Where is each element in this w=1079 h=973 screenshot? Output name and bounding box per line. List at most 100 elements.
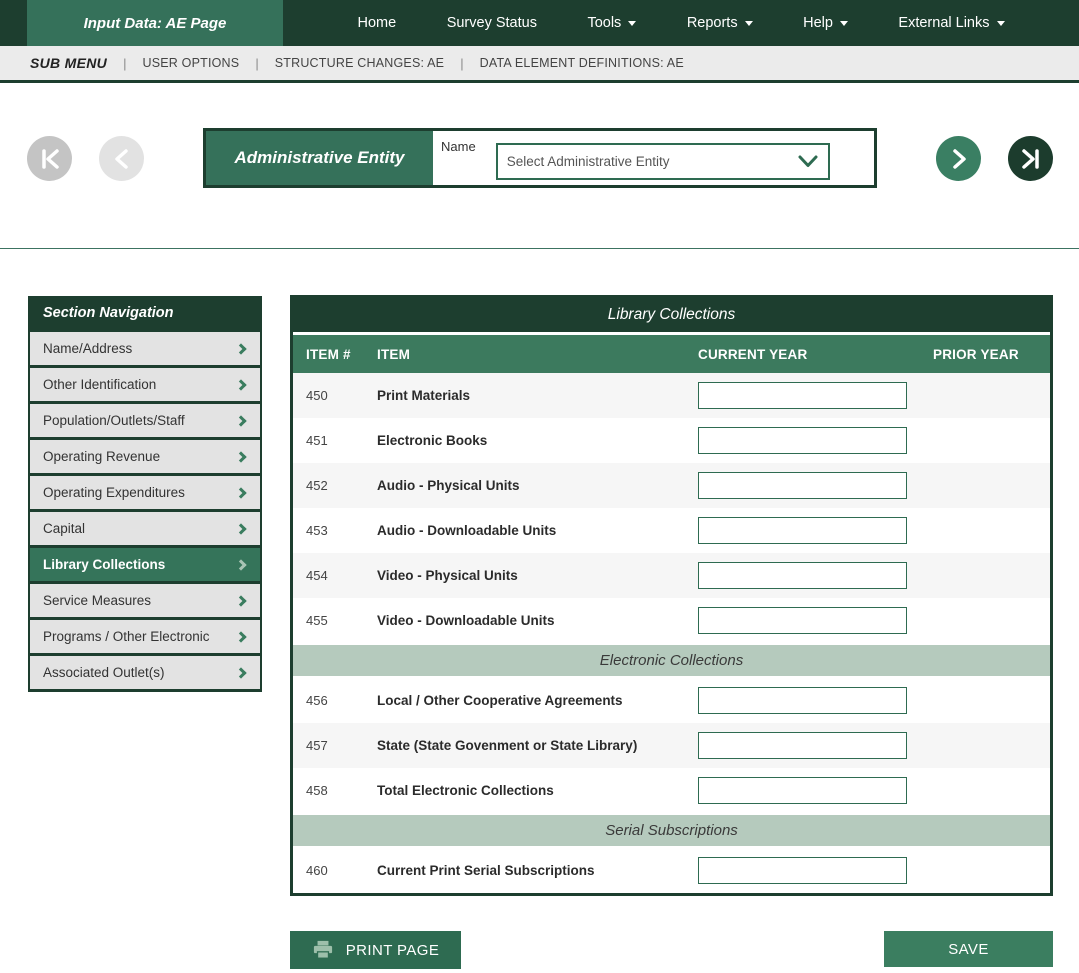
- sidebar-item-capital[interactable]: Capital: [30, 512, 260, 545]
- administrative-entity-select[interactable]: Select Administrative Entity: [496, 143, 830, 180]
- current-year-input-457[interactable]: [698, 732, 907, 759]
- section-divider: [0, 248, 1079, 249]
- table-row: 450Print Materials: [293, 373, 1050, 418]
- item-name: Audio - Downloadable Units: [377, 523, 698, 538]
- sidebar-item-label: Associated Outlet(s): [43, 665, 165, 680]
- item-number: 456: [293, 693, 377, 708]
- item-number: 457: [293, 738, 377, 753]
- current-year-input-451[interactable]: [698, 427, 907, 454]
- save-label: SAVE: [948, 941, 989, 958]
- nav-item-label: Tools: [587, 15, 621, 31]
- section-header-electronic-collections: Electronic Collections: [293, 643, 1050, 678]
- nav-item-help[interactable]: Help: [803, 15, 848, 31]
- nav-item-external-links[interactable]: External Links: [898, 15, 1004, 31]
- name-label: Name: [441, 139, 476, 185]
- item-number: 450: [293, 388, 377, 403]
- caret-down-icon: [840, 21, 848, 26]
- nav-item-home[interactable]: Home: [358, 15, 397, 31]
- chevron-right-icon: [235, 667, 246, 678]
- administrative-entity-title: Administrative Entity: [206, 131, 433, 185]
- item-number: 451: [293, 433, 377, 448]
- chevron-right-icon: [235, 631, 246, 642]
- page: Input Data: AE Page Home Survey Status Too…: [0, 0, 1079, 973]
- item-name: Electronic Books: [377, 433, 698, 448]
- nav-item-label: Survey Status: [447, 15, 537, 31]
- print-page-button[interactable]: PRINT PAGE: [290, 931, 461, 969]
- current-year-input-453[interactable]: [698, 517, 907, 544]
- item-number: 453: [293, 523, 377, 538]
- table-row: 458Total Electronic Collections: [293, 768, 1050, 813]
- section-navigation-title: Section Navigation: [30, 296, 260, 329]
- current-year-input-460[interactable]: [698, 857, 907, 884]
- submenu-title: SUB MENU: [30, 55, 107, 71]
- sidebar-item-library-collections[interactable]: Library Collections: [30, 548, 260, 581]
- administrative-entity-body: Name Select Administrative Entity: [433, 131, 874, 185]
- next-page-icon: [937, 137, 981, 181]
- current-year-input-452[interactable]: [698, 472, 907, 499]
- current-year-input-454[interactable]: [698, 562, 907, 589]
- item-number: 452: [293, 478, 377, 493]
- active-tab-label: Input Data: AE Page: [84, 15, 227, 32]
- submenu-bar: SUB MENU |USER OPTIONS|STRUCTURE CHANGES…: [0, 46, 1079, 83]
- section-header-serial-subscriptions: Serial Subscriptions: [293, 813, 1050, 848]
- nav-item-reports[interactable]: Reports: [687, 15, 753, 31]
- item-name: Local / Other Cooperative Agreements: [377, 693, 698, 708]
- table-row: 457State (State Govenment or State Libra…: [293, 723, 1050, 768]
- submenu-items: |USER OPTIONS|STRUCTURE CHANGES: AE|DATA…: [107, 56, 684, 71]
- nav-item-label: Reports: [687, 15, 738, 31]
- item-number: 460: [293, 863, 377, 878]
- chevron-right-icon: [235, 415, 246, 426]
- previous-page-icon: [100, 137, 144, 181]
- first-page-icon: [28, 137, 72, 181]
- sidebar-item-label: Population/Outlets/Staff: [43, 413, 185, 428]
- next-entity-button[interactable]: [936, 136, 981, 181]
- item-name: Current Print Serial Subscriptions: [377, 863, 698, 878]
- chevron-right-icon: [235, 343, 246, 354]
- item-name: Video - Physical Units: [377, 568, 698, 583]
- table-row: 460Current Print Serial Subscriptions: [293, 848, 1050, 893]
- section-navigation-items: Name/Address Other Identification Populati…: [30, 332, 260, 689]
- submenu-item-user-options[interactable]: USER OPTIONS: [142, 56, 239, 70]
- current-year-input-455[interactable]: [698, 607, 907, 634]
- chevron-right-icon: [235, 451, 246, 462]
- sidebar-item-label: Service Measures: [43, 593, 151, 608]
- sidebar-item-population-outlets-staff[interactable]: Population/Outlets/Staff: [30, 404, 260, 437]
- table-row: 454Video - Physical Units: [293, 553, 1050, 598]
- save-button[interactable]: SAVE: [884, 931, 1053, 967]
- sidebar-item-label: Library Collections: [43, 557, 165, 572]
- current-year-input-456[interactable]: [698, 687, 907, 714]
- table-row: 451Electronic Books: [293, 418, 1050, 463]
- caret-down-icon: [628, 21, 636, 26]
- last-entity-button[interactable]: [1008, 136, 1053, 181]
- sidebar-item-operating-expenditures[interactable]: Operating Expenditures: [30, 476, 260, 509]
- sidebar-item-operating-revenue[interactable]: Operating Revenue: [30, 440, 260, 473]
- tab-input-data-ae-page[interactable]: Input Data: AE Page: [27, 0, 283, 46]
- current-year-input-450[interactable]: [698, 382, 907, 409]
- item-name: Print Materials: [377, 388, 698, 403]
- chevron-right-icon: [235, 379, 246, 390]
- item-number: 455: [293, 613, 377, 628]
- submenu-item-structure-changes-ae[interactable]: STRUCTURE CHANGES: AE: [275, 56, 445, 70]
- nav-item-survey-status[interactable]: Survey Status: [447, 15, 537, 31]
- administrative-entity-select-value: Select Administrative Entity: [507, 154, 670, 169]
- table-row: 453Audio - Downloadable Units: [293, 508, 1050, 553]
- sidebar-item-service-measures[interactable]: Service Measures: [30, 584, 260, 617]
- printer-icon: [312, 940, 334, 960]
- chevron-down-icon: [798, 155, 818, 168]
- sidebar-item-label: Other Identification: [43, 377, 156, 392]
- item-name: Audio - Physical Units: [377, 478, 698, 493]
- current-year-input-458[interactable]: [698, 777, 907, 804]
- submenu-item-data-element-definitions-ae[interactable]: DATA ELEMENT DEFINITIONS: AE: [480, 56, 684, 70]
- sidebar-item-programs-other-electronic[interactable]: Programs / Other Electronic: [30, 620, 260, 653]
- sidebar-item-label: Operating Expenditures: [43, 485, 185, 500]
- sidebar-item-name-address[interactable]: Name/Address: [30, 332, 260, 365]
- first-entity-button[interactable]: [27, 136, 72, 181]
- chevron-right-icon: [235, 523, 246, 534]
- nav-item-tools[interactable]: Tools: [587, 15, 636, 31]
- previous-entity-button[interactable]: [99, 136, 144, 181]
- table-row: 455Video - Downloadable Units: [293, 598, 1050, 643]
- item-name: State (State Govenment or State Library): [377, 738, 698, 753]
- sidebar-item-other-identification[interactable]: Other Identification: [30, 368, 260, 401]
- submenu-separator: |: [255, 56, 258, 71]
- sidebar-item-associated-outlet-s-[interactable]: Associated Outlet(s): [30, 656, 260, 689]
